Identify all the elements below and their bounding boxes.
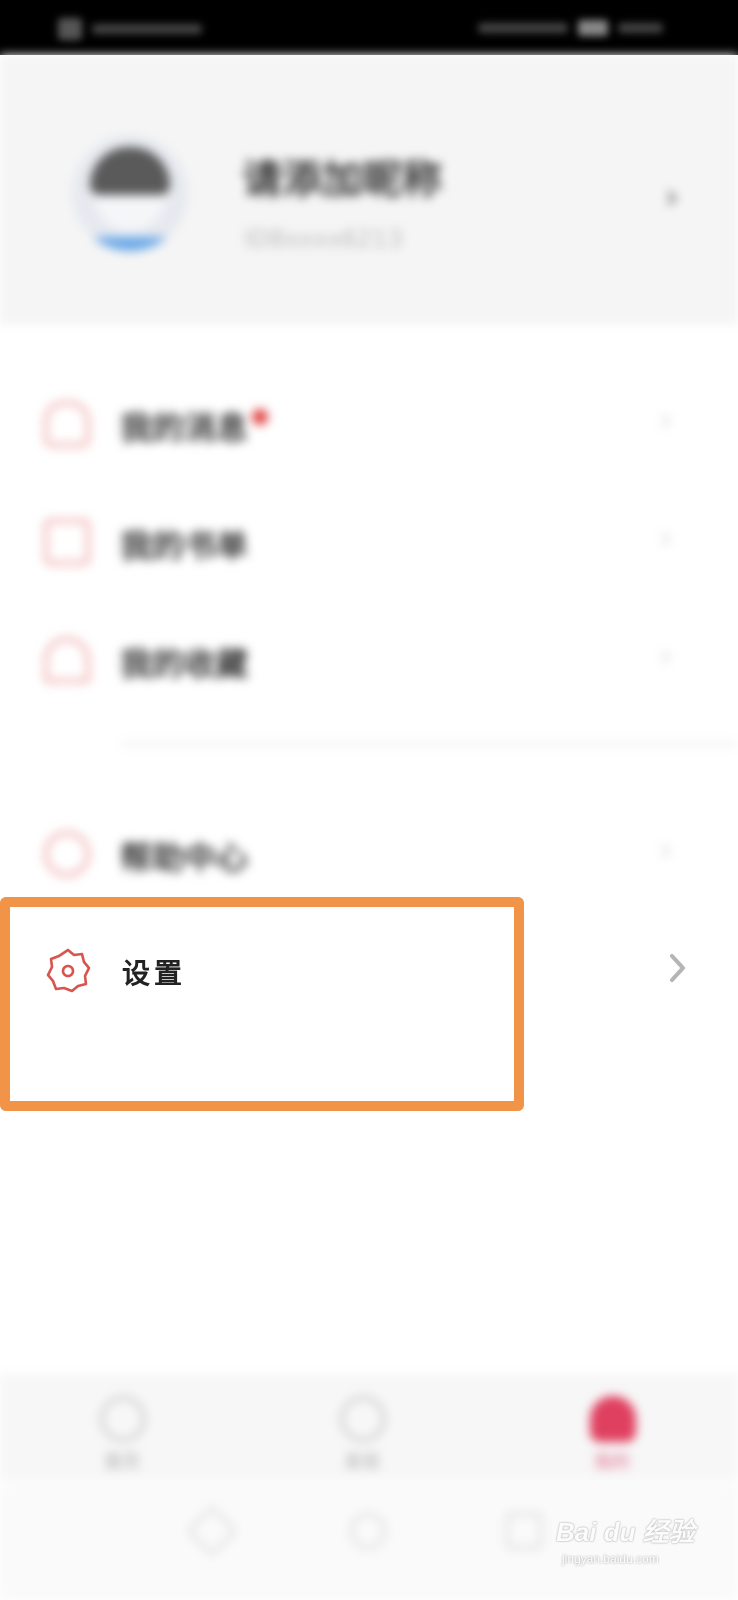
status-right bbox=[478, 20, 668, 36]
avatar-hair bbox=[90, 147, 170, 195]
menu-item-label: 我的消息 bbox=[120, 409, 249, 447]
chevron-right-icon: › bbox=[660, 833, 672, 868]
heart-icon bbox=[44, 637, 90, 683]
nav-label: 首页 bbox=[104, 1452, 140, 1473]
chevron-right-icon: › bbox=[660, 639, 672, 674]
nav-label: 我的 bbox=[594, 1452, 630, 1473]
profile-id: ID8xxxx6213 bbox=[244, 225, 403, 253]
discover-icon bbox=[340, 1396, 386, 1442]
watermark-logo: Bai du 经验 bbox=[556, 1517, 695, 1547]
notification-icon bbox=[58, 18, 82, 40]
menu-item-favorites[interactable]: 我的收藏 › bbox=[0, 609, 738, 709]
home-icon bbox=[100, 1396, 146, 1442]
bell-icon bbox=[44, 401, 90, 447]
menu-item-booklist[interactable]: 我的书单 › bbox=[0, 491, 738, 591]
chevron-right-icon[interactable]: › bbox=[665, 177, 679, 217]
time-text bbox=[618, 23, 663, 33]
chevron-right-icon: › bbox=[660, 403, 672, 438]
signal-icon bbox=[478, 23, 568, 33]
status-left bbox=[58, 18, 208, 40]
nav-item-home[interactable]: 首页 bbox=[62, 1390, 182, 1480]
menu-item-label: 我的收藏 bbox=[120, 645, 249, 683]
status-text bbox=[92, 24, 202, 34]
chevron-right-icon bbox=[670, 954, 685, 982]
menu-item-messages[interactable]: 我的消息 › bbox=[0, 373, 738, 473]
menu-item-label: 帮助中心 bbox=[120, 839, 249, 877]
status-bar bbox=[0, 0, 738, 55]
battery-icon bbox=[578, 20, 608, 36]
nav-item-mine[interactable]: 我的 bbox=[552, 1390, 672, 1480]
avatar-badge bbox=[90, 237, 170, 251]
home-button-icon[interactable] bbox=[350, 1513, 386, 1549]
divider bbox=[120, 743, 738, 745]
profile-header[interactable]: 请添加昵称 ID8xxxx6213 › bbox=[0, 55, 738, 325]
help-icon bbox=[44, 831, 90, 877]
user-icon bbox=[590, 1396, 636, 1442]
recents-icon[interactable] bbox=[506, 1513, 542, 1549]
nav-label: 发现 bbox=[344, 1452, 380, 1473]
menu-item-label: 我的书单 bbox=[120, 527, 249, 565]
profile-name: 请添加昵称 bbox=[242, 157, 442, 203]
unread-dot bbox=[252, 409, 268, 425]
back-icon[interactable] bbox=[186, 1505, 238, 1557]
watermark: Bai du 经验 jingyan.baidu.com bbox=[556, 1512, 726, 1566]
bottom-nav: 首页 发现 我的 bbox=[0, 1375, 738, 1481]
blurred-content: 请添加昵称 ID8xxxx6213 › 我的消息 › 我的书单 › 我的收藏 ›… bbox=[0, 55, 738, 1600]
nav-item-discover[interactable]: 发现 bbox=[302, 1390, 422, 1480]
watermark-url: jingyan.baidu.com bbox=[562, 1552, 659, 1566]
chevron-right-icon: › bbox=[660, 521, 672, 556]
avatar[interactable] bbox=[72, 135, 188, 251]
highlight-box bbox=[0, 897, 524, 1111]
menu-item-help[interactable]: 帮助中心 › bbox=[0, 803, 738, 903]
book-icon bbox=[44, 519, 90, 565]
